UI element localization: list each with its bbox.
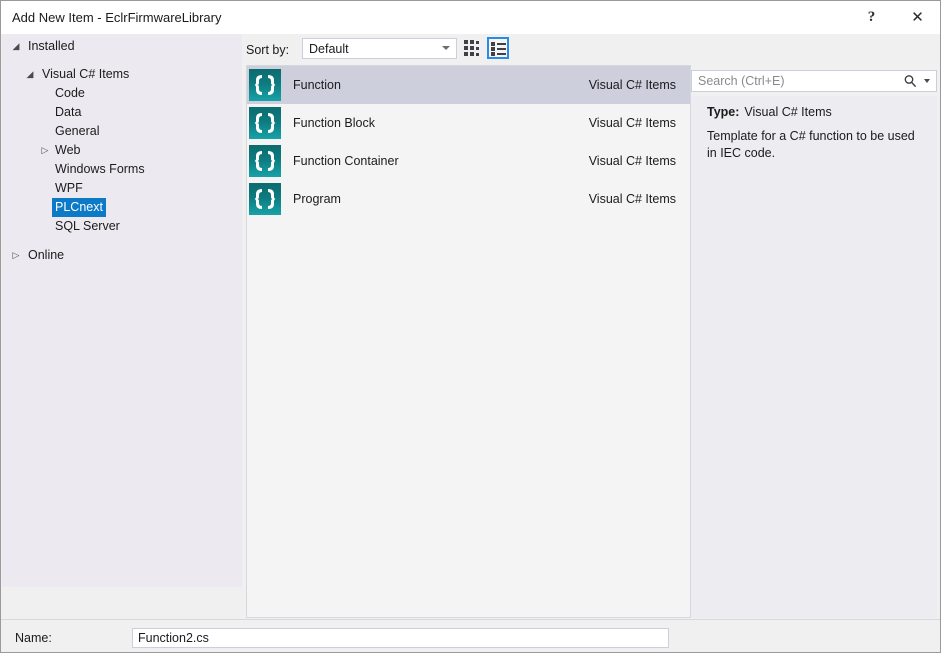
type-label: Type: xyxy=(707,105,740,119)
tiles-view-button[interactable] xyxy=(461,37,483,59)
sort-by-dropdown[interactable]: Default xyxy=(302,38,457,59)
tree-node-label: WPF xyxy=(55,181,83,195)
template-description: Template for a C# function to be used in… xyxy=(707,129,915,160)
expanded-triangle-icon[interactable]: ◢ xyxy=(24,65,36,84)
list-view-button[interactable] xyxy=(487,37,509,59)
name-label: Name: xyxy=(15,631,52,645)
divider xyxy=(1,619,940,620)
tree-node-label: Installed xyxy=(28,39,75,53)
chevron-down-icon[interactable] xyxy=(442,46,450,50)
tree-node-plcnext[interactable]: PLCnext xyxy=(2,198,242,217)
template-type-row: Type: Visual C# Items xyxy=(707,105,832,119)
tree-node-label: Web xyxy=(55,143,81,157)
category-tree: ◢ Installed ◢ Visual C# Items Code Data xyxy=(2,34,242,265)
template-list[interactable]: Function Visual C# Items Function Block … xyxy=(246,65,691,618)
template-origin: Visual C# Items xyxy=(588,78,676,92)
list-view-icon xyxy=(490,41,506,56)
add-new-item-dialog: Add New Item - EclrFirmwareLibrary ? ✕ ◢… xyxy=(0,0,941,653)
template-origin: Visual C# Items xyxy=(588,154,676,168)
tree-node-label: Online xyxy=(28,248,65,262)
tree-node-data[interactable]: Data xyxy=(2,103,242,122)
question-mark-icon: ? xyxy=(867,8,876,25)
template-name: Function Block xyxy=(293,116,375,130)
template-row-function-block[interactable]: Function Block Visual C# Items xyxy=(247,104,690,142)
list-toolbar: Sort by: Default xyxy=(246,37,686,65)
braces-icon xyxy=(249,183,281,215)
dialog-body: ◢ Installed ◢ Visual C# Items Code Data xyxy=(1,34,940,652)
tree-node-label: Code xyxy=(55,86,85,100)
braces-icon xyxy=(249,107,281,139)
collapsed-triangle-icon[interactable]: ▷ xyxy=(10,246,22,265)
template-row-function[interactable]: Function Visual C# Items xyxy=(247,66,690,104)
template-row-program[interactable]: Program Visual C# Items xyxy=(247,180,690,218)
braces-icon xyxy=(249,69,281,101)
tree-node-general[interactable]: General xyxy=(2,122,242,141)
template-info-panel: Type: Visual C# Items Template for a C# f… xyxy=(691,96,937,618)
chevron-down-icon[interactable] xyxy=(924,79,930,83)
type-value: Visual C# Items xyxy=(744,105,832,119)
tree-node-label: General xyxy=(55,124,100,138)
tree-node-web[interactable]: ▷ Web xyxy=(2,141,242,160)
title-bar: Add New Item - EclrFirmwareLibrary ? ✕ xyxy=(1,1,940,34)
grid-view-icon xyxy=(464,40,480,56)
tree-node-visual-csharp-items[interactable]: ◢ Visual C# Items xyxy=(2,65,242,84)
name-input[interactable]: Function2.cs xyxy=(132,628,669,648)
template-name: Function Container xyxy=(293,154,399,168)
template-row-function-container[interactable]: Function Container Visual C# Items xyxy=(247,142,690,180)
tree-node-windows-forms[interactable]: Windows Forms xyxy=(2,160,242,179)
collapsed-triangle-icon[interactable]: ▷ xyxy=(39,141,51,160)
name-value: Function2.cs xyxy=(138,631,209,645)
sort-by-value: Default xyxy=(309,42,349,56)
search-placeholder: Search (Ctrl+E) xyxy=(698,74,785,88)
tree-node-wpf[interactable]: WPF xyxy=(2,179,242,198)
tree-node-label: Windows Forms xyxy=(55,162,145,176)
tree-node-sql-server[interactable]: SQL Server xyxy=(2,217,242,236)
template-origin: Visual C# Items xyxy=(588,192,676,206)
tree-node-label: SQL Server xyxy=(55,219,120,233)
template-origin: Visual C# Items xyxy=(588,116,676,130)
tree-node-online[interactable]: ▷ Online xyxy=(2,246,242,265)
close-button[interactable]: ✕ xyxy=(895,1,940,33)
expanded-triangle-icon[interactable]: ◢ xyxy=(10,37,22,56)
tree-node-code[interactable]: Code xyxy=(2,84,242,103)
tree-node-installed[interactable]: ◢ Installed xyxy=(2,37,242,56)
help-button[interactable]: ? xyxy=(849,1,894,33)
template-name: Program xyxy=(293,192,341,206)
tree-node-label: Data xyxy=(55,105,82,119)
search-icon[interactable] xyxy=(903,74,918,92)
dialog-title: Add New Item - EclrFirmwareLibrary xyxy=(12,10,222,25)
tree-node-label: Visual C# Items xyxy=(42,67,130,81)
search-input[interactable]: Search (Ctrl+E) xyxy=(691,70,937,92)
sort-by-label: Sort by: xyxy=(246,43,290,57)
close-icon: ✕ xyxy=(911,8,924,26)
template-name: Function xyxy=(293,78,341,92)
category-tree-panel: ◢ Installed ◢ Visual C# Items Code Data xyxy=(2,34,242,587)
braces-icon xyxy=(249,145,281,177)
tree-node-label: PLCnext xyxy=(52,198,106,217)
